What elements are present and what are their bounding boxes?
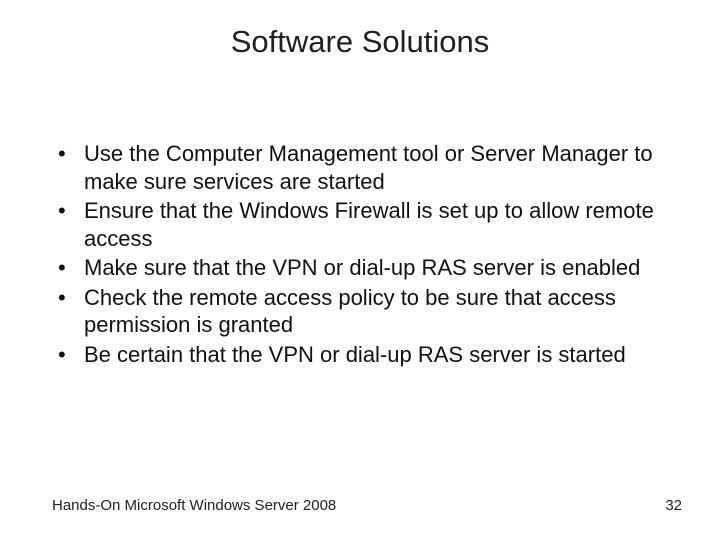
slide-title: Software Solutions <box>0 24 720 60</box>
bullet-item: Check the remote access policy to be sur… <box>52 284 660 339</box>
slide: Software Solutions Use the Computer Mana… <box>0 0 720 540</box>
page-number: 32 <box>665 497 682 514</box>
slide-content: Use the Computer Management tool or Serv… <box>52 140 660 370</box>
bullet-item: Make sure that the VPN or dial-up RAS se… <box>52 254 660 282</box>
bullet-item: Use the Computer Management tool or Serv… <box>52 140 660 195</box>
footer-source: Hands-On Microsoft Windows Server 2008 <box>52 497 336 514</box>
bullet-list: Use the Computer Management tool or Serv… <box>52 140 660 368</box>
bullet-item: Be certain that the VPN or dial-up RAS s… <box>52 341 660 369</box>
bullet-item: Ensure that the Windows Firewall is set … <box>52 197 660 252</box>
